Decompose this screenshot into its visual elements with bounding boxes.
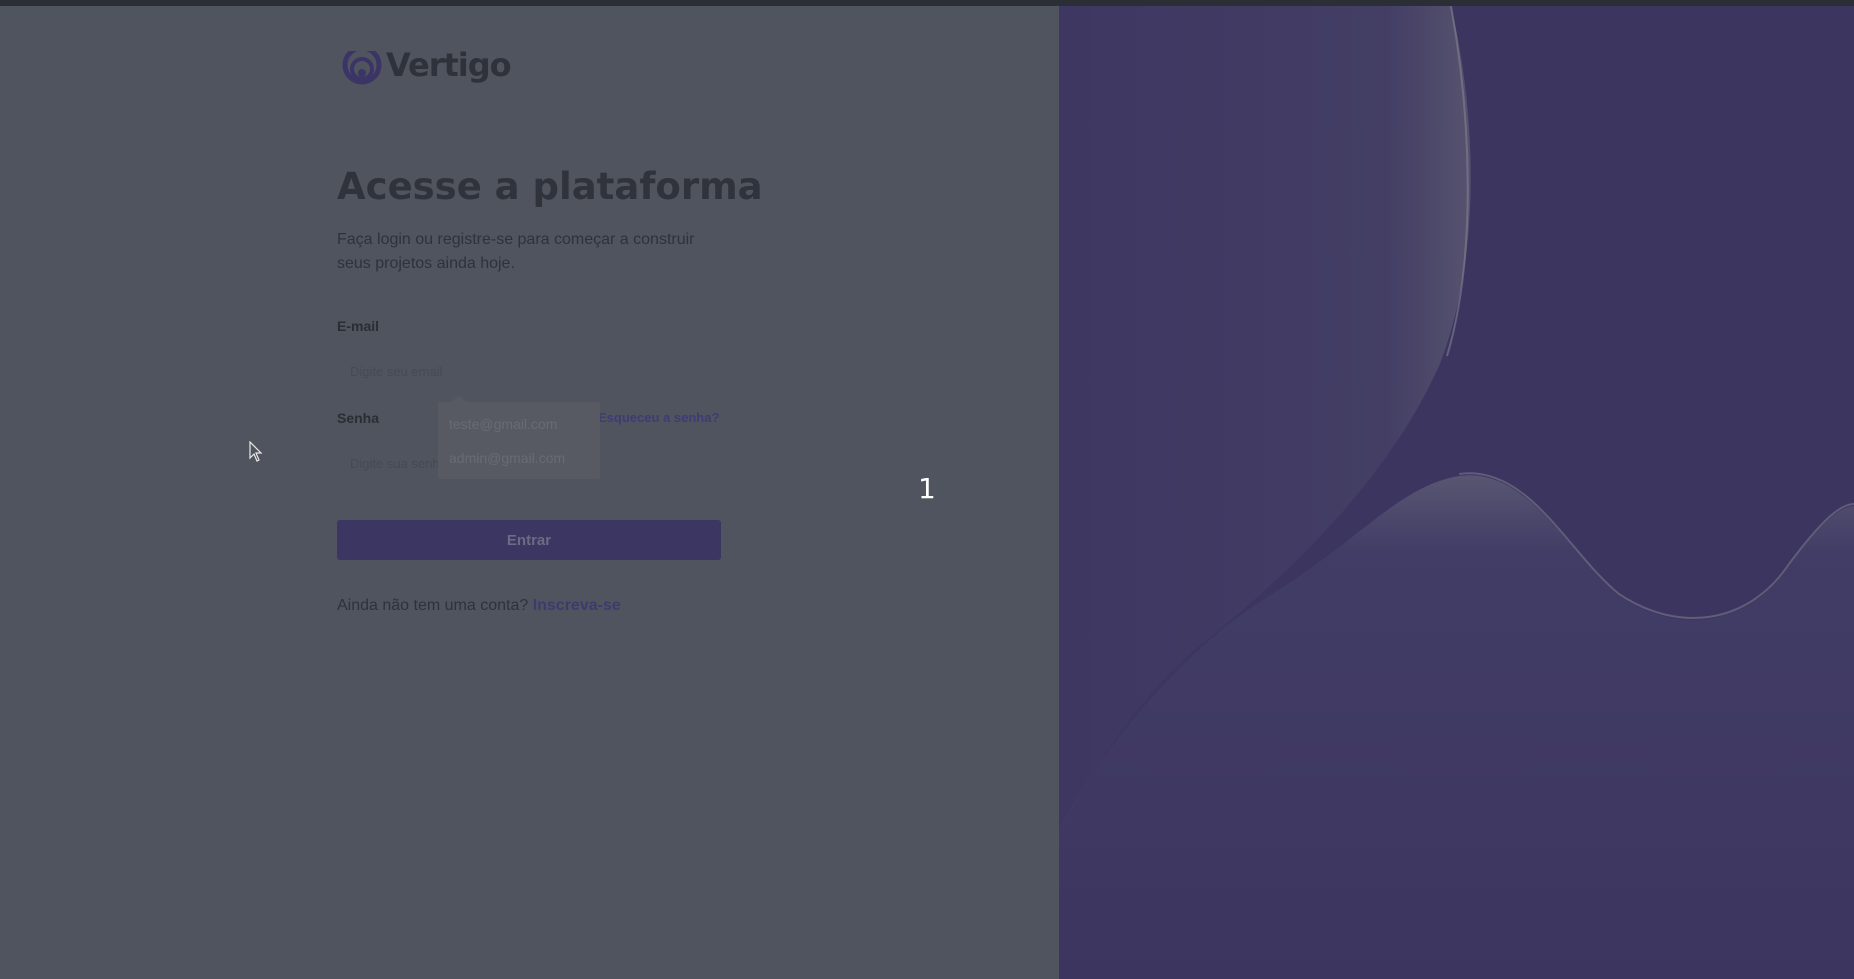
autocomplete-option[interactable]: admin@gmail.com [449,450,565,466]
page-title: Acesse a plataforma [337,165,763,208]
signup-prompt: Ainda não tem uma conta? [337,597,529,614]
vertigo-swirl-icon [342,45,382,85]
mouse-cursor-icon [249,441,263,462]
forgot-password-link[interactable]: Esqueceu a senha? [598,410,719,425]
page-subtitle: Faça login ou registre-se para começar a… [337,231,695,272]
signup-link[interactable]: Inscreva-se [533,597,621,614]
wave-graphic [1059,6,1854,979]
signup-prompt-line: Ainda não tem uma conta? Inscreva-se [337,597,621,615]
email-autocomplete-dropdown: teste@gmail.com admin@gmail.com [438,395,600,479]
password-label: Senha [337,410,380,426]
hero-illustration [1059,6,1854,979]
autocomplete-option[interactable]: teste@gmail.com [449,416,557,432]
step-counter: 1 [918,472,936,505]
email-label: E-mail [337,318,380,334]
login-panel [0,6,1059,979]
email-input[interactable] [337,349,721,393]
brand-name: Vertigo [386,46,512,84]
dropdown-caret [452,395,466,402]
login-button[interactable]: Entrar [337,520,721,560]
brand-logo: Vertigo [342,44,512,86]
